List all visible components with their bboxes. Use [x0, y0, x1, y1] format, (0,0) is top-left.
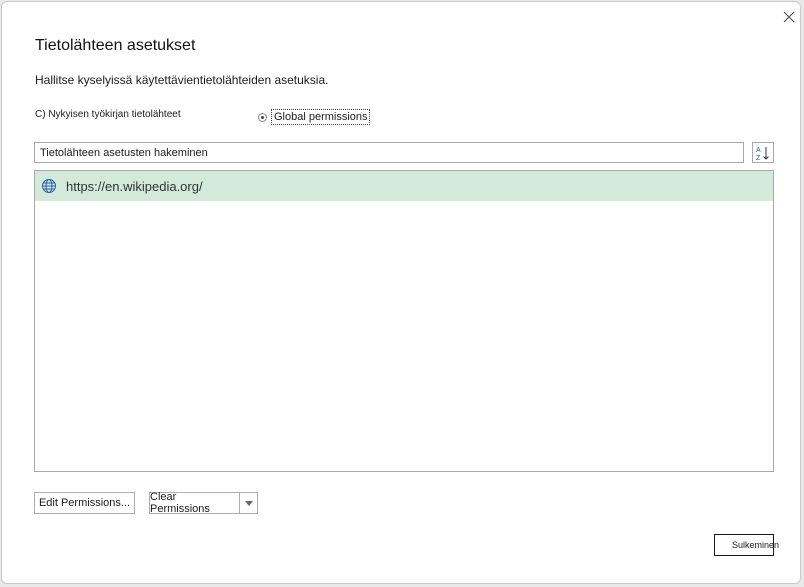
- chevron-down-icon: [244, 500, 253, 506]
- search-input[interactable]: Tietolähteen asetusten hakeminen: [34, 142, 744, 163]
- data-source-url: https://en.wikipedia.org/: [66, 178, 203, 194]
- close-button-label: Sulkeminen: [731, 540, 779, 550]
- clear-permissions-dropdown[interactable]: [239, 492, 258, 514]
- edit-permissions-button[interactable]: Edit Permissions...: [34, 492, 135, 514]
- global-permissions-label: Global permissions: [271, 109, 370, 125]
- clear-permissions-button[interactable]: Clear Permissions: [149, 491, 239, 515]
- close-icon[interactable]: [780, 8, 798, 26]
- data-source-settings-dialog: Tietolähteen asetukset Hallitse kyselyis…: [1, 1, 801, 584]
- globe-icon: [42, 179, 56, 193]
- data-source-list: https://en.wikipedia.org/: [34, 170, 774, 472]
- svg-text:Z: Z: [756, 155, 761, 162]
- svg-text:A: A: [756, 147, 761, 154]
- current-workbook-option[interactable]: C) Nykyisen työkirjan tietolähteet: [35, 109, 181, 120]
- current-workbook-label: C) Nykyisen työkirjan tietolähteet: [35, 109, 181, 120]
- global-permissions-option[interactable]: Global permissions: [258, 109, 370, 125]
- dialog-title: Tietolähteen asetukset: [35, 37, 196, 54]
- close-button[interactable]: Sulkeminen: [714, 534, 779, 556]
- global-permissions-radio[interactable]: [258, 112, 267, 122]
- list-item[interactable]: https://en.wikipedia.org/: [35, 171, 773, 201]
- sort-az-icon[interactable]: A Z: [752, 142, 774, 163]
- dialog-description: Hallitse kyselyissä käytettävientietoläh…: [35, 73, 329, 87]
